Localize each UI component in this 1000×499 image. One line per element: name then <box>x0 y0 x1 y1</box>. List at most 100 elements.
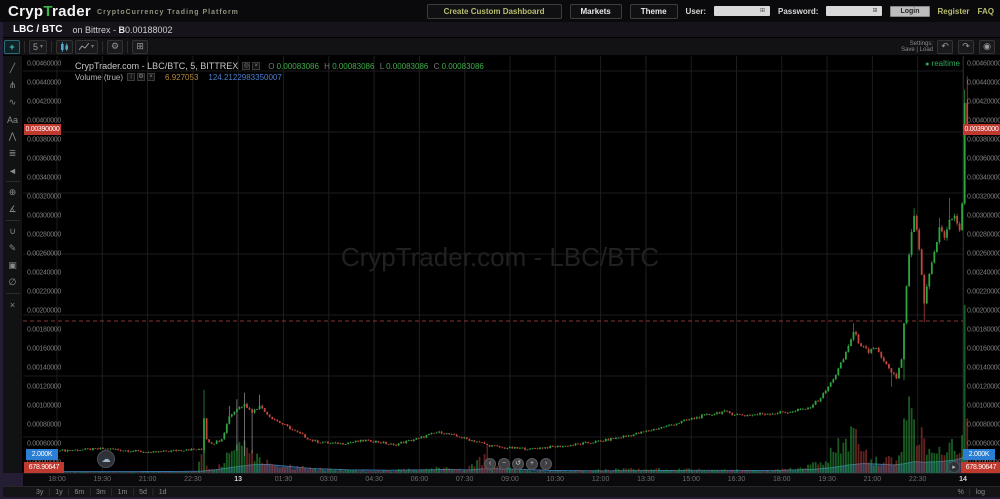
realtime-dot-icon: ● <box>925 61 929 68</box>
user-input[interactable] <box>714 7 760 16</box>
fibonacci-tool-icon[interactable]: ≣ <box>5 146 21 161</box>
pair-title: LBC / BTC <box>13 24 62 35</box>
range-1m[interactable]: 1m <box>113 489 133 496</box>
tool-sidebar: ╱ ⋔ ∿ Aa ⋀ ≣ ◄ ⊕ ∡ ∪ ✎ ▣ ∅ × <box>3 56 23 473</box>
markets-button[interactable]: Markets <box>570 4 622 19</box>
chart-canvas: CrypTrader.com - LBC/BTC0.004600000.0046… <box>23 56 1000 473</box>
measure-tool-icon[interactable]: ∡ <box>5 202 21 217</box>
range-3y[interactable]: 3y <box>31 489 48 496</box>
svg-text:0.00380000: 0.00380000 <box>27 137 61 144</box>
legend-close-icon[interactable]: × <box>252 62 260 70</box>
instrument-title-bar: LBC / BTC on Bittrex - B0.00188002 <box>3 22 1000 38</box>
svg-text:0.00120000: 0.00120000 <box>967 384 1000 391</box>
toolbar-separator <box>24 41 25 53</box>
delete-tool-icon[interactable]: × <box>5 297 21 312</box>
redo-icon[interactable]: ↷ <box>958 40 974 54</box>
password-label: Password: <box>778 7 818 16</box>
volume-settings-icon[interactable]: ⚙ <box>137 73 145 81</box>
time-axis-label: 19:30 <box>94 476 112 483</box>
range-1y[interactable]: 1y <box>50 489 67 496</box>
time-axis-label: 04:30 <box>365 476 383 483</box>
svg-text:0.00200000: 0.00200000 <box>27 308 61 315</box>
scroll-right-button[interactable]: › <box>540 458 552 470</box>
time-axis-label: 13:30 <box>637 476 655 483</box>
range-6m[interactable]: 6m <box>69 489 89 496</box>
register-link[interactable]: Register <box>938 7 970 16</box>
chart-settings-gear-icon[interactable]: ⚙ <box>107 40 123 54</box>
svg-text:0.00140000: 0.00140000 <box>27 365 61 372</box>
range-1d[interactable]: 1d <box>154 489 172 496</box>
hide-tool-icon[interactable]: ∅ <box>5 275 21 290</box>
theme-button[interactable]: Theme <box>630 4 678 19</box>
legend-style-icon[interactable]: ◎ <box>242 62 250 70</box>
line-style-icon[interactable]: ▾ <box>75 40 98 54</box>
chart-scroll-controls: ‹−↺+› <box>484 458 552 470</box>
svg-text:0.00220000: 0.00220000 <box>967 289 1000 296</box>
brush-tool-icon[interactable]: ∿ <box>5 95 21 110</box>
zoom-out-button[interactable]: − <box>498 458 510 470</box>
time-axis-label: 18:00 <box>48 476 66 483</box>
svg-text:0.00440000: 0.00440000 <box>967 80 1000 87</box>
svg-text:0.00380000: 0.00380000 <box>967 137 1000 144</box>
text-tool-icon[interactable]: Aa <box>5 112 21 127</box>
candlestick-style-icon[interactable] <box>56 40 73 54</box>
create-dashboard-button[interactable]: Create Custom Dashboard <box>427 4 562 19</box>
svg-text:0.00280000: 0.00280000 <box>27 232 61 239</box>
time-axis[interactable]: 18:0019:3021:0022:301301:3003:0004:3006:… <box>23 473 1000 486</box>
svg-text:0.00420000: 0.00420000 <box>967 99 1000 106</box>
draw-tool-icon[interactable]: ✎ <box>5 241 21 256</box>
volume-legend-title: Volume (true) <box>75 73 123 82</box>
trend-line-tool-icon[interactable]: ╱ <box>5 61 21 76</box>
logo-accent-t: T <box>43 3 52 20</box>
svg-text:0.00160000: 0.00160000 <box>27 346 61 353</box>
password-input[interactable] <box>826 7 872 16</box>
undo-icon[interactable]: ↶ <box>937 40 953 54</box>
svg-text:0.00100000: 0.00100000 <box>967 403 1000 410</box>
svg-text:CrypTrader.com - LBC/BTC: CrypTrader.com - LBC/BTC <box>341 242 659 272</box>
sidebar-separator <box>6 293 20 294</box>
time-axis-label: 07:30 <box>456 476 474 483</box>
pattern-tool-icon[interactable]: ⋀ <box>5 129 21 144</box>
volume-move-icon[interactable]: ↕ <box>127 73 135 81</box>
current-price-label-left: 0.00390000 <box>24 124 61 135</box>
time-axis-label: 01:30 <box>275 476 293 483</box>
svg-text:0.00080000: 0.00080000 <box>27 422 61 429</box>
interval-selector[interactable]: 5▾ <box>29 40 47 54</box>
volume-bars-layer <box>59 305 968 473</box>
crosshair-tool-icon[interactable]: + <box>4 40 20 54</box>
watermark: CrypTrader.com - LBC/BTC <box>341 242 659 272</box>
settings-save-load[interactable]: Settings:Save | Load <box>901 41 933 53</box>
magnet-tool-icon[interactable]: ∪ <box>5 224 21 239</box>
svg-text:0.00340000: 0.00340000 <box>967 175 1000 182</box>
pitchfork-tool-icon[interactable]: ⋔ <box>5 78 21 93</box>
login-button[interactable]: Login <box>890 6 929 17</box>
time-axis-label: 22:30 <box>909 476 927 483</box>
range-3m[interactable]: 3m <box>91 489 111 496</box>
zoom-in-button[interactable]: + <box>526 458 538 470</box>
cursor-arrow-tool-icon[interactable]: ◄ <box>5 163 21 178</box>
snapshot-camera-icon[interactable]: ◉ <box>979 40 995 54</box>
volume-value: 6.927053 <box>165 73 198 82</box>
faq-link[interactable]: FAQ <box>978 7 994 16</box>
svg-text:0.00320000: 0.00320000 <box>967 194 1000 201</box>
chart-legend: CrypTrader.com - LBC/BTC, 5, BITTREX ◎× … <box>75 61 487 83</box>
toolbar-separator <box>51 41 52 53</box>
price-chart[interactable]: CrypTrader.com - LBC/BTC0.004600000.0046… <box>23 56 1000 473</box>
volume-close-icon[interactable]: × <box>147 73 155 81</box>
scale-percent[interactable]: % <box>953 489 969 496</box>
lock-tool-icon[interactable]: ▣ <box>5 258 21 273</box>
range-buttons: 3y|1y|6m|3m|1m|5d|1d <box>31 489 172 496</box>
compare-icon[interactable]: ⊞ <box>132 40 148 54</box>
svg-text:0.00220000: 0.00220000 <box>27 289 61 296</box>
volume-value-label-right: 678.90647 <box>961 462 1000 473</box>
svg-text:0.00300000: 0.00300000 <box>967 213 1000 220</box>
goto-realtime-button[interactable]: ▸ <box>948 461 960 473</box>
zoom-tool-icon[interactable]: ⊕ <box>5 185 21 200</box>
scale-log[interactable]: log <box>971 489 990 496</box>
toolbar-separator <box>127 41 128 53</box>
reset-view-button[interactable]: ↺ <box>512 458 524 470</box>
range-5d[interactable]: 5d <box>134 489 152 496</box>
scroll-left-button[interactable]: ‹ <box>484 458 496 470</box>
svg-text:0.00240000: 0.00240000 <box>967 270 1000 277</box>
chart-toolbar: + 5▾ ▾ ⚙ ⊞ Settings:Save | Load ↶ ↷ ◉ <box>3 38 1000 56</box>
